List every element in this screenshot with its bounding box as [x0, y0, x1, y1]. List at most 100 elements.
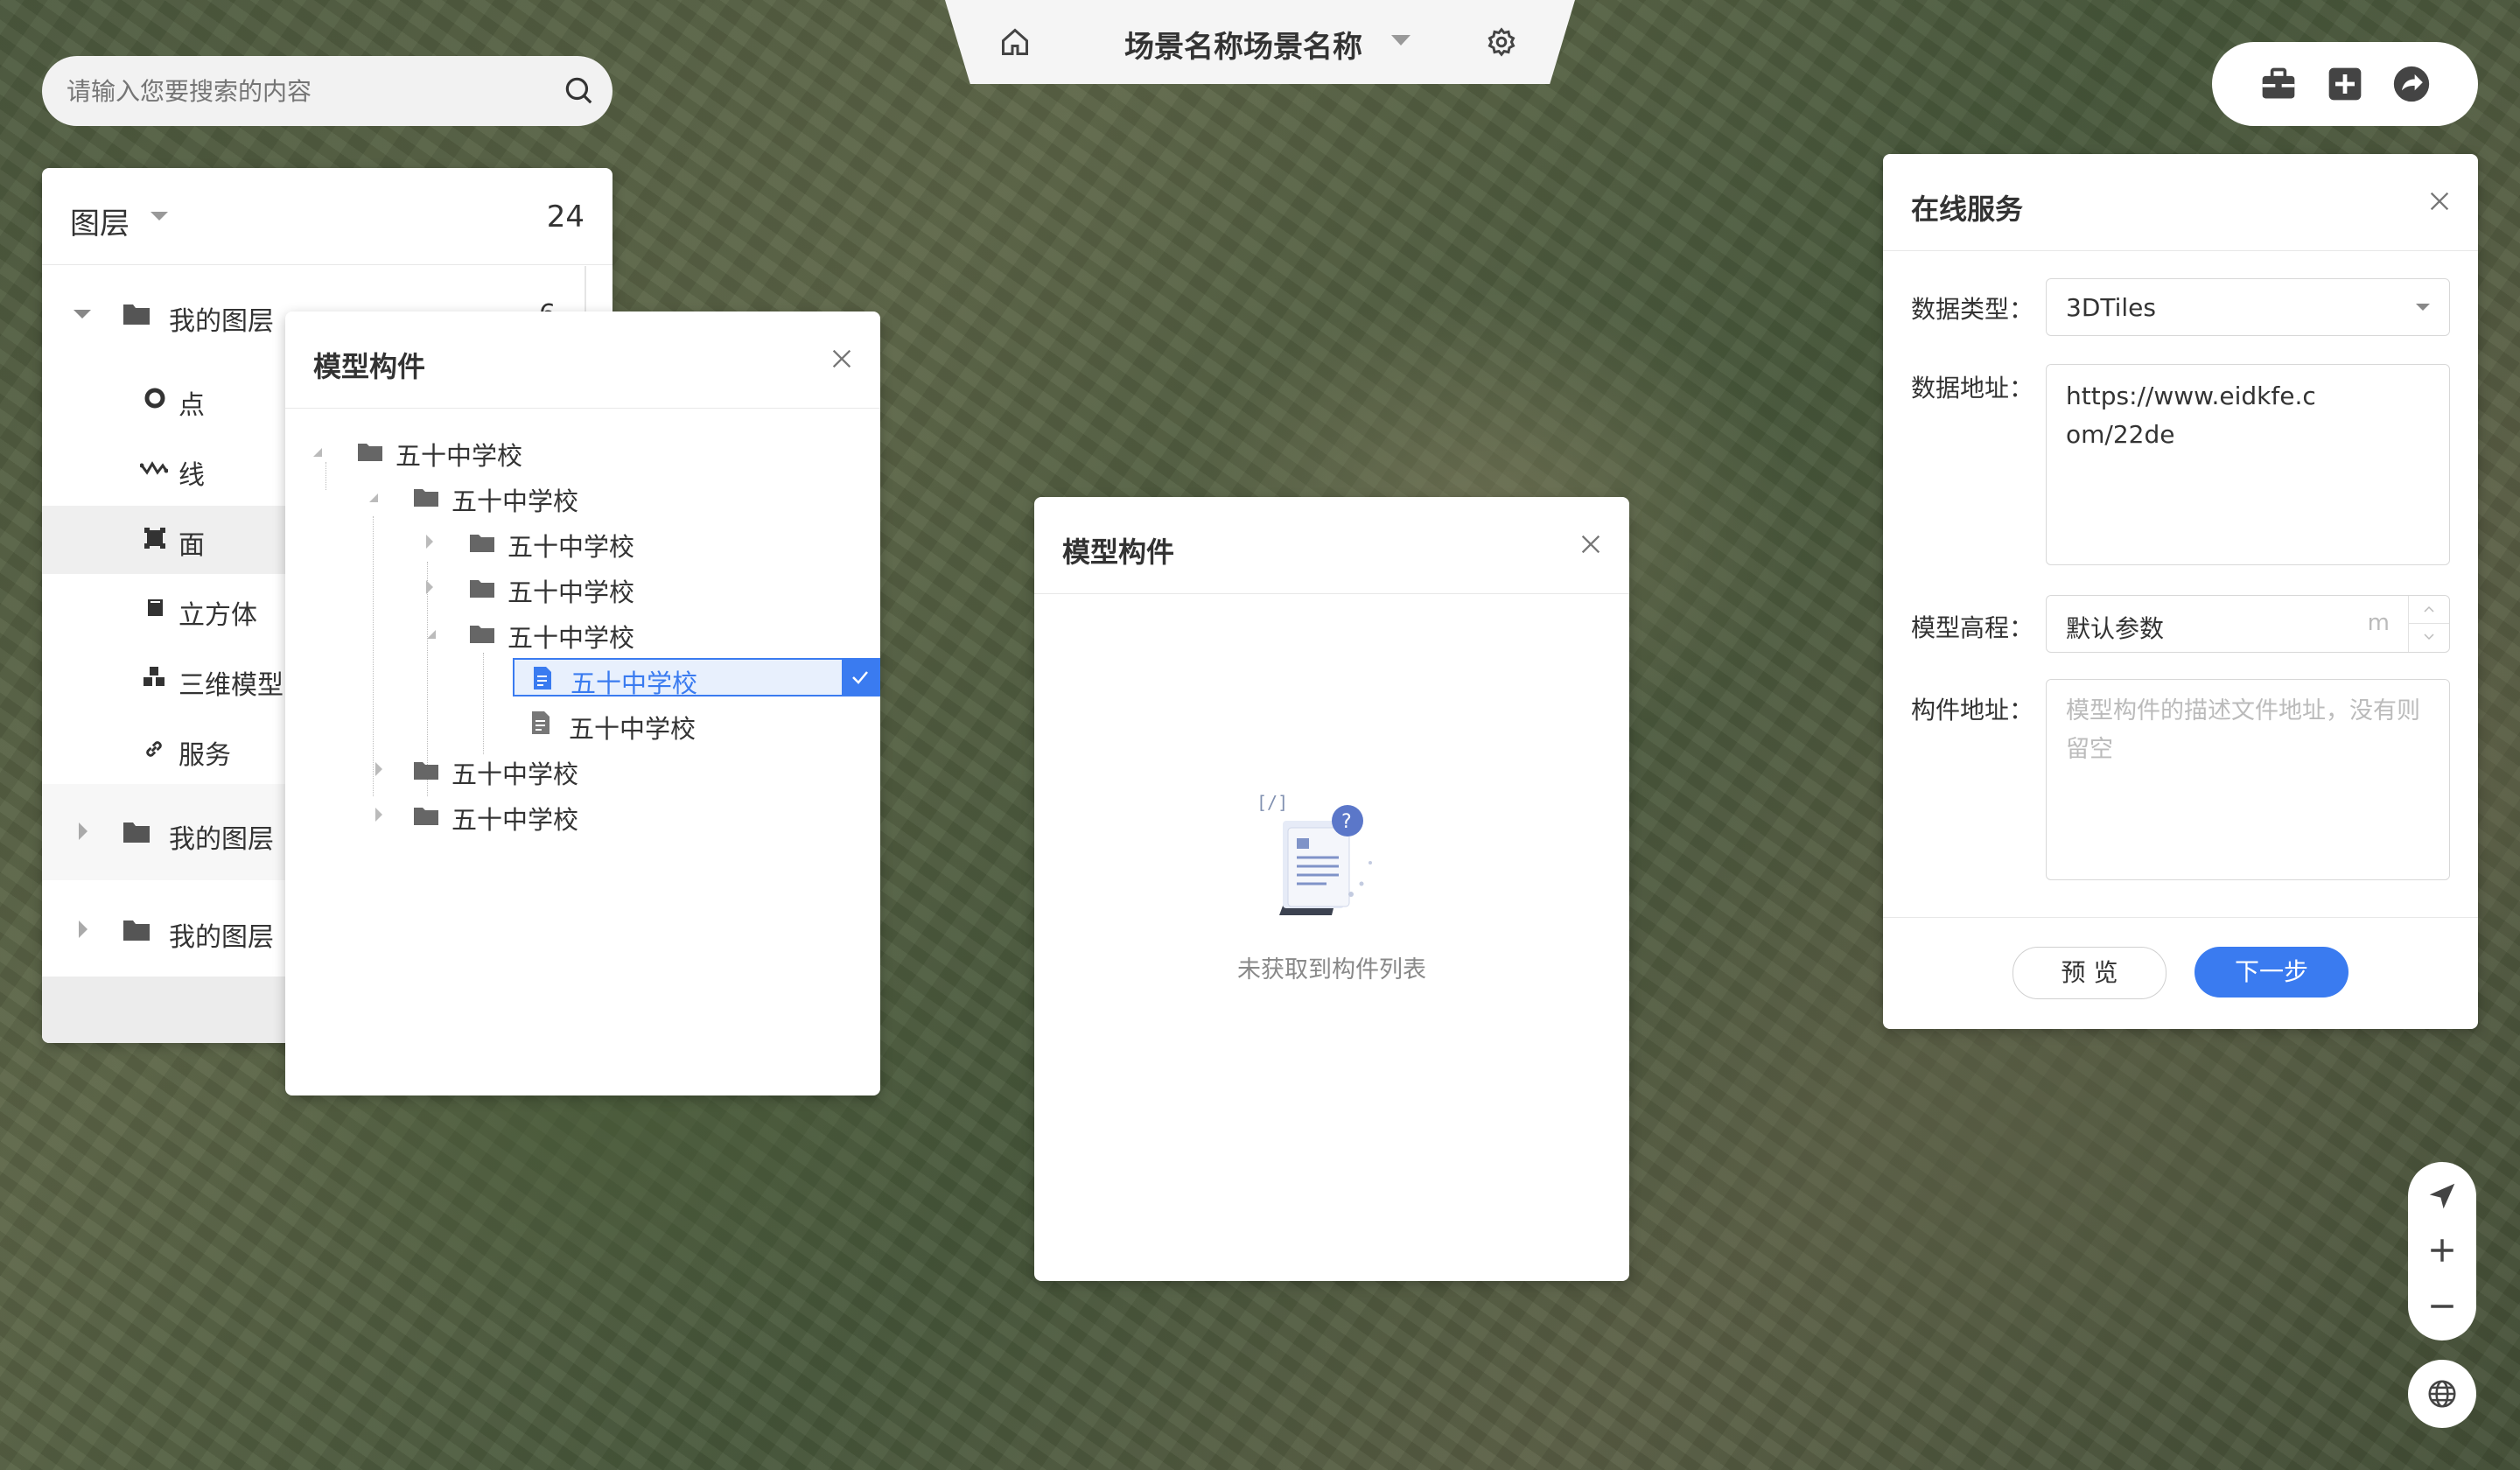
model-height-value: 默认参数 — [2066, 614, 2165, 643]
check-icon — [852, 671, 868, 684]
toolbox-icon[interactable] — [2259, 65, 2298, 103]
globe-icon[interactable] — [2426, 1377, 2459, 1410]
modal-header: 在线服务 — [1883, 154, 2478, 251]
tree-node[interactable]: 五十中学校 — [425, 520, 845, 562]
tree-node-label: 五十中学校 — [508, 578, 635, 607]
empty-document-illustration-icon: [/] ? — [1256, 792, 1372, 915]
top-toolbar — [2212, 42, 2478, 126]
folder-icon — [123, 304, 150, 325]
stepper-divider — [2409, 623, 2449, 624]
layer-item-label: 线 — [178, 460, 205, 491]
svg-text:[/]: [/] — [1256, 792, 1288, 813]
settings-icon[interactable] — [1486, 26, 1517, 58]
data-url-textarea[interactable]: https://www.eidkfe.com/22de — [2046, 364, 2450, 565]
search-icon[interactable] — [562, 74, 595, 107]
layer-item-label: 服务 — [178, 740, 231, 771]
chevron-down-icon[interactable] — [1390, 33, 1412, 47]
data-url-value: https://www.eidkfe.com/22de — [2066, 382, 2316, 449]
polygon-icon — [144, 528, 165, 549]
component-url-textarea[interactable]: 模型构件的描述文件地址，没有则留空 — [2046, 679, 2450, 880]
layer-group-label: 我的图层 — [169, 922, 274, 953]
next-step-button[interactable]: 下一步 — [2194, 947, 2348, 998]
model-height-unit: m — [2367, 610, 2390, 636]
layer-item-label: 立方体 — [178, 600, 257, 631]
caret-right-icon[interactable] — [374, 807, 383, 822]
tree-node[interactable]: 五十中学校 — [374, 793, 830, 835]
layer-group-label: 我的图层 — [169, 306, 274, 337]
model-component-empty-modal: 模型构件 [/] ? 未获取到构件列表 — [1034, 497, 1629, 1281]
locate-icon[interactable] — [2426, 1180, 2459, 1213]
tree-node[interactable]: 五十中学校 — [368, 474, 840, 516]
caret-right-icon[interactable] — [425, 579, 434, 595]
zoom-out-icon[interactable] — [2427, 1292, 2457, 1321]
layer-item-label: 点 — [178, 390, 205, 421]
checkmark-badge — [842, 660, 878, 695]
close-icon[interactable] — [1578, 532, 1603, 556]
chevron-up-icon[interactable] — [2423, 605, 2435, 613]
caret-down-icon[interactable] — [312, 446, 324, 458]
caret-right-icon[interactable] — [77, 821, 89, 842]
globe-button[interactable] — [2408, 1360, 2476, 1428]
tree-node-label: 五十中学校 — [452, 760, 579, 789]
layer-count: 24 — [546, 200, 584, 234]
tree-node-label: 五十中学校 — [396, 441, 523, 471]
home-icon[interactable] — [999, 26, 1031, 58]
chevron-down-icon[interactable] — [149, 210, 170, 222]
tree-guide — [483, 653, 485, 754]
link-icon — [146, 741, 162, 757]
caret-down-icon[interactable] — [425, 628, 438, 640]
model-component-tree-modal: 模型构件 五十中学校 五十中学校 五十中学校 五十中学校 五十中学校 五十中学校 — [285, 312, 880, 1096]
caret-right-icon[interactable] — [425, 534, 434, 550]
modal-title: 在线服务 — [1911, 192, 2024, 226]
chevron-down-icon[interactable] — [2423, 633, 2435, 641]
tree-node[interactable]: 五十中学校 — [374, 747, 830, 789]
share-icon[interactable] — [2392, 65, 2431, 103]
svg-text:?: ? — [1341, 811, 1352, 833]
tree-node-selected[interactable]: 五十中学校 — [513, 658, 880, 698]
tree-node-label: 五十中学校 — [452, 486, 579, 516]
modal-footer-divider — [1883, 917, 2478, 918]
zoom-in-icon[interactable] — [2427, 1236, 2457, 1265]
layer-panel-header: 图层 24 — [42, 168, 612, 265]
add-icon[interactable] — [2326, 65, 2364, 103]
search-input[interactable] — [65, 74, 558, 110]
number-stepper[interactable] — [2408, 596, 2449, 652]
cube-icon — [148, 599, 163, 616]
model-height-input[interactable]: 默认参数 m — [2046, 595, 2450, 653]
folder-icon — [123, 920, 150, 941]
map-zoom-control — [2408, 1162, 2476, 1340]
component-url-label: 构件地址： — [1911, 696, 2034, 724]
close-icon[interactable] — [2427, 189, 2452, 214]
search-box — [42, 56, 612, 126]
preview-button[interactable]: 预 览 — [2012, 947, 2166, 999]
online-service-modal: 在线服务 数据类型： 3DTiles 数据地址： https://www.eid… — [1883, 154, 2478, 1029]
close-icon[interactable] — [830, 346, 854, 371]
data-type-select[interactable]: 3DTiles — [2046, 278, 2450, 336]
modal-header: 模型构件 — [1034, 497, 1629, 594]
tree-node[interactable]: 五十中学校 — [312, 429, 836, 471]
model-height-label: 模型高程： — [1911, 613, 2034, 642]
line-icon — [140, 461, 168, 475]
tree-node[interactable]: 五十中学校 — [530, 702, 863, 744]
folder-icon — [123, 822, 150, 843]
caret-down-icon[interactable] — [368, 492, 380, 504]
tree-node[interactable]: 五十中学校 — [425, 565, 845, 607]
tree-node-label: 五十中学校 — [508, 532, 635, 562]
tree-node-label: 五十中学校 — [508, 623, 635, 653]
scene-title-bar: 场景名称场景名称 — [945, 0, 1575, 84]
layer-item-label: 三维模型 — [178, 670, 284, 701]
layer-group-label: 我的图层 — [169, 824, 274, 855]
layer-item-label: 面 — [178, 530, 205, 561]
tree-node[interactable]: 五十中学校 — [425, 611, 845, 653]
scene-title[interactable]: 场景名称场景名称 — [1124, 23, 1362, 66]
layer-panel-title: 图层 — [70, 206, 130, 242]
modal-title: 模型构件 — [313, 350, 426, 383]
data-type-label: 数据类型： — [1911, 295, 2034, 324]
point-icon — [144, 388, 165, 409]
folder-icon — [470, 626, 494, 643]
folder-icon — [414, 808, 438, 825]
caret-down-icon[interactable] — [72, 308, 93, 320]
caret-right-icon[interactable] — [77, 919, 89, 940]
caret-right-icon[interactable] — [374, 761, 383, 777]
tree-node-label: 五十中学校 — [452, 805, 579, 835]
